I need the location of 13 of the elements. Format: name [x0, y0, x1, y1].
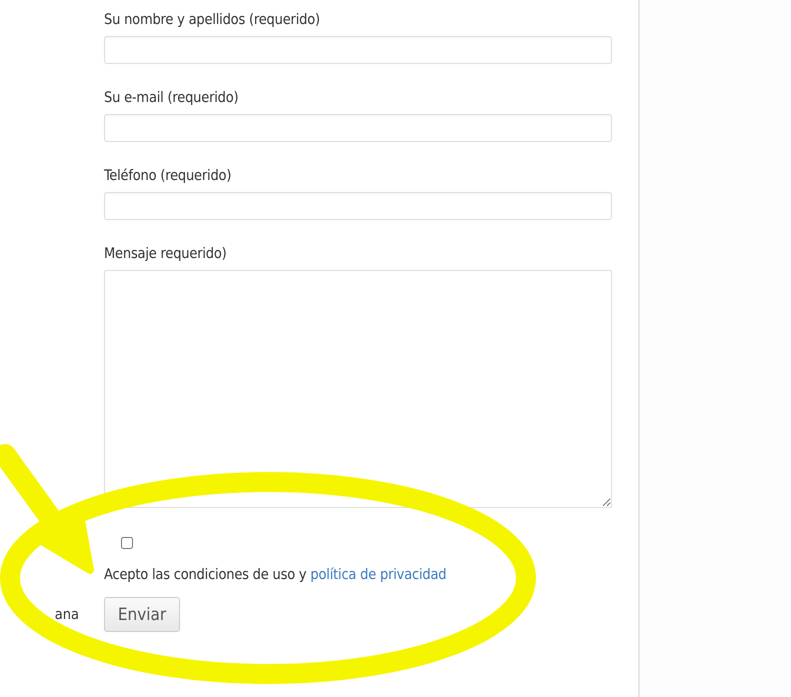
- input-field[interactable]: [104, 192, 612, 220]
- consent-text: Acepto las condiciones de uso y política de privacidad: [104, 566, 448, 585]
- input-field[interactable]: [104, 36, 612, 64]
- field-label: Su e-mail (requerido): [104, 89, 240, 108]
- input-field[interactable]: [104, 114, 612, 142]
- side-text: ana: [54, 606, 79, 622]
- checkbox[interactable]: [121, 537, 133, 549]
- message-field[interactable]: [104, 270, 612, 508]
- field-label: Su nombre y apellidos (requerido): [104, 11, 321, 30]
- submit-button[interactable]: Enviar: [104, 597, 180, 632]
- privacy-link[interactable]: política de privacidad: [310, 567, 446, 583]
- field-label: Teléfono (requerido): [104, 167, 232, 186]
- field-label: Mensaje requerido): [104, 245, 228, 264]
